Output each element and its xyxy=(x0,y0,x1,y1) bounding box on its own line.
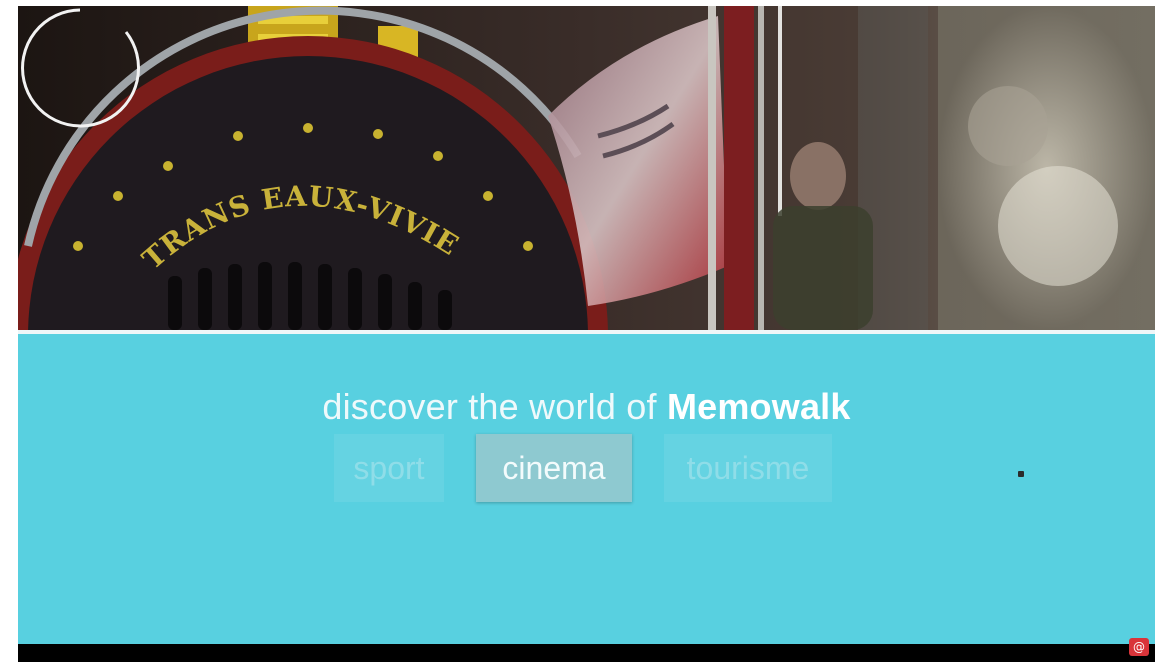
tab-cinema[interactable]: cinema xyxy=(476,434,1024,502)
category-tabs: sport cinema tourisme xyxy=(18,434,1155,504)
app-badge-icon[interactable]: @ xyxy=(1129,638,1149,656)
mouse-cursor-icon xyxy=(1018,471,1024,477)
panel-headline: discover the world of Memowalk xyxy=(18,386,1155,428)
headline-prefix: discover the world of xyxy=(322,386,667,427)
headline-brand: Memowalk xyxy=(666,386,851,427)
tab-sport[interactable]: sport xyxy=(334,434,444,502)
video-frame: TRANS EAUX-VIVIENS discover the world of… xyxy=(18,6,1155,662)
tab-tourisme[interactable]: tourisme xyxy=(664,434,832,502)
bottom-bar xyxy=(18,644,1155,662)
tab-cinema-label: cinema xyxy=(502,450,606,486)
loading-spinner-icon xyxy=(21,8,141,128)
hero-image: TRANS EAUX-VIVIENS xyxy=(18,6,1155,330)
category-panel: discover the world of Memowalk sport cin… xyxy=(18,334,1155,644)
wheel-lettering: TRANS EAUX-VIVIENS xyxy=(18,6,464,276)
